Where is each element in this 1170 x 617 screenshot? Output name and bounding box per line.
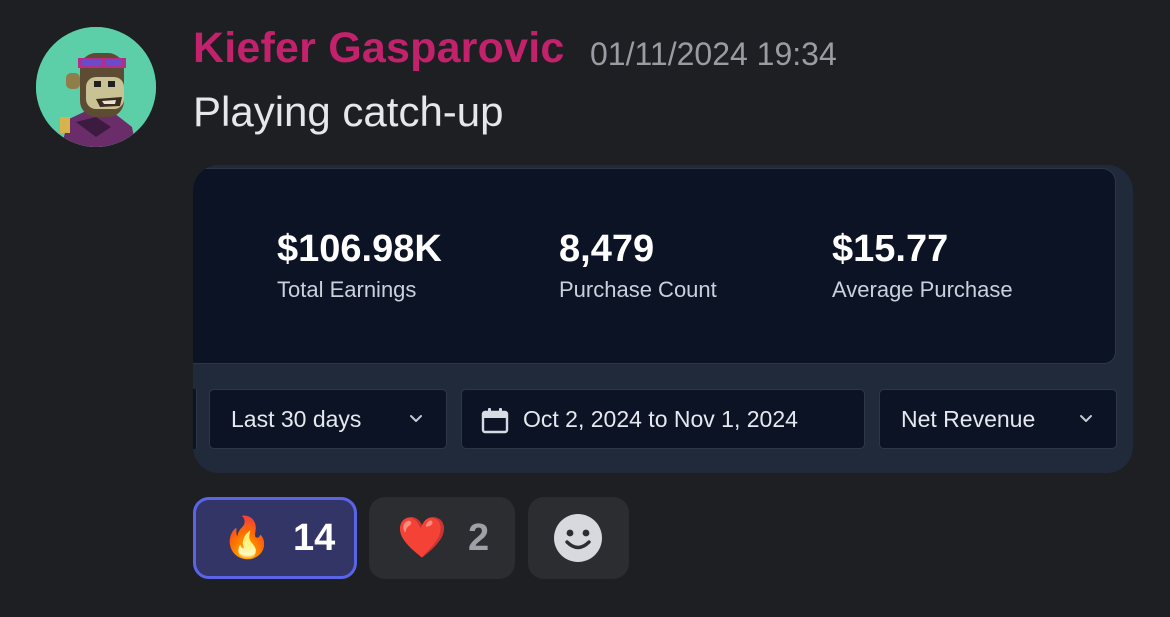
range-select[interactable]: Last 30 days	[209, 389, 447, 449]
user-avatar[interactable]	[36, 27, 156, 147]
reaction-count: 14	[293, 517, 336, 559]
fire-emoji-icon: 🔥	[222, 516, 272, 560]
stat-value: $15.77	[832, 228, 949, 270]
chat-message: Kiefer Gasparovic 01/11/2024 19:34 Playi…	[0, 0, 1170, 617]
reaction-count: 2	[468, 517, 490, 559]
chevron-down-icon	[410, 415, 422, 422]
date-range-picker[interactable]: Oct 2, 2024 to Nov 1, 2024	[461, 389, 865, 449]
metric-select[interactable]: Net Revenue	[879, 389, 1117, 449]
add-reaction-button[interactable]	[528, 497, 629, 579]
chevron-down-icon	[1080, 415, 1092, 422]
stat-label: Total Earnings	[277, 277, 417, 302]
stat-average-purchase: $15.77 Average Purchase	[832, 227, 1013, 303]
reaction-heart[interactable]: ❤️ 2	[369, 497, 515, 579]
stat-label: Purchase Count	[559, 277, 717, 302]
message-text: Playing catch-up	[193, 88, 504, 135]
dashboard-embed: $106.98K Total Earnings 8,479 Purchase C…	[193, 165, 1133, 473]
add-reaction-smiley-icon	[554, 514, 602, 562]
metric-select-label: Net Revenue	[901, 405, 1036, 432]
stat-purchase-count: 8,479 Purchase Count	[559, 227, 717, 303]
ape-avatar-icon	[36, 27, 156, 147]
stat-value: $106.98K	[277, 228, 442, 270]
clipped-control-edge	[193, 389, 197, 449]
heart-emoji-icon: ❤️	[397, 516, 447, 560]
reaction-fire[interactable]: 🔥 14	[193, 497, 357, 579]
range-select-label: Last 30 days	[231, 405, 362, 432]
stat-total-earnings: $106.98K Total Earnings	[277, 227, 442, 303]
date-range-label: Oct 2, 2024 to Nov 1, 2024	[523, 405, 798, 432]
stat-value: 8,479	[559, 228, 655, 270]
stats-panel: $106.98K Total Earnings 8,479 Purchase C…	[193, 168, 1116, 364]
username[interactable]: Kiefer Gasparovic	[193, 24, 564, 73]
stat-label: Average Purchase	[832, 277, 1013, 302]
calendar-icon	[481, 408, 509, 434]
message-timestamp: 01/11/2024 19:34	[590, 36, 837, 72]
